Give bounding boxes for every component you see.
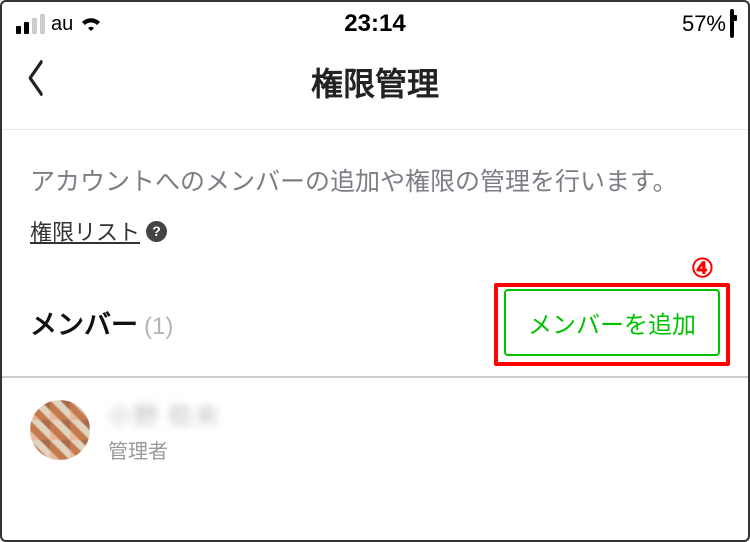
count-close: ) <box>165 313 173 340</box>
add-member-button[interactable]: メンバーを追加 <box>504 289 720 356</box>
count-open: ( <box>144 313 152 340</box>
add-button-wrap: メンバーを追加 ④ <box>504 289 720 356</box>
status-right: 57% <box>682 11 734 37</box>
member-heading-group: メンバー (1) <box>30 303 173 342</box>
avatar-image-blurred <box>30 400 90 460</box>
battery-percent: 57% <box>682 11 726 37</box>
permission-list-link[interactable]: 権限リスト <box>30 215 140 247</box>
annotation-label: ④ <box>691 253 714 284</box>
battery-icon <box>730 11 734 37</box>
content-block: アカウントへのメンバーの追加や権限の管理を行います。 権限リスト ? <box>2 130 748 247</box>
description-text: アカウントへのメンバーの追加や権限の管理を行います。 <box>30 160 720 205</box>
permission-list-row: 権限リスト ? <box>30 215 720 247</box>
clock: 23:14 <box>344 10 405 38</box>
member-heading: メンバー <box>30 303 138 342</box>
member-count: (1) <box>144 313 173 341</box>
help-icon[interactable]: ? <box>146 221 167 242</box>
avatar <box>30 400 90 460</box>
member-name-blurred: 小野 稔央 <box>108 396 221 431</box>
status-left: au <box>16 11 103 37</box>
page-title: 権限管理 <box>311 59 439 105</box>
member-role: 管理者 <box>108 435 221 464</box>
screen-frame: au 23:14 57% 権限管理 アカウントへのメンバーの追加や権限の管理を行… <box>0 0 750 542</box>
member-info: 小野 稔央 管理者 <box>108 396 221 464</box>
member-list-item[interactable]: 小野 稔央 管理者 <box>2 378 748 482</box>
member-header: メンバー (1) メンバーを追加 ④ <box>2 247 748 376</box>
status-bar: au 23:14 57% <box>2 2 748 42</box>
carrier-label: au <box>51 13 73 36</box>
back-button[interactable] <box>27 60 42 103</box>
signal-icon <box>16 14 45 34</box>
count-value: 1 <box>152 313 165 340</box>
wifi-icon <box>79 11 103 37</box>
nav-header: 権限管理 <box>2 42 748 129</box>
